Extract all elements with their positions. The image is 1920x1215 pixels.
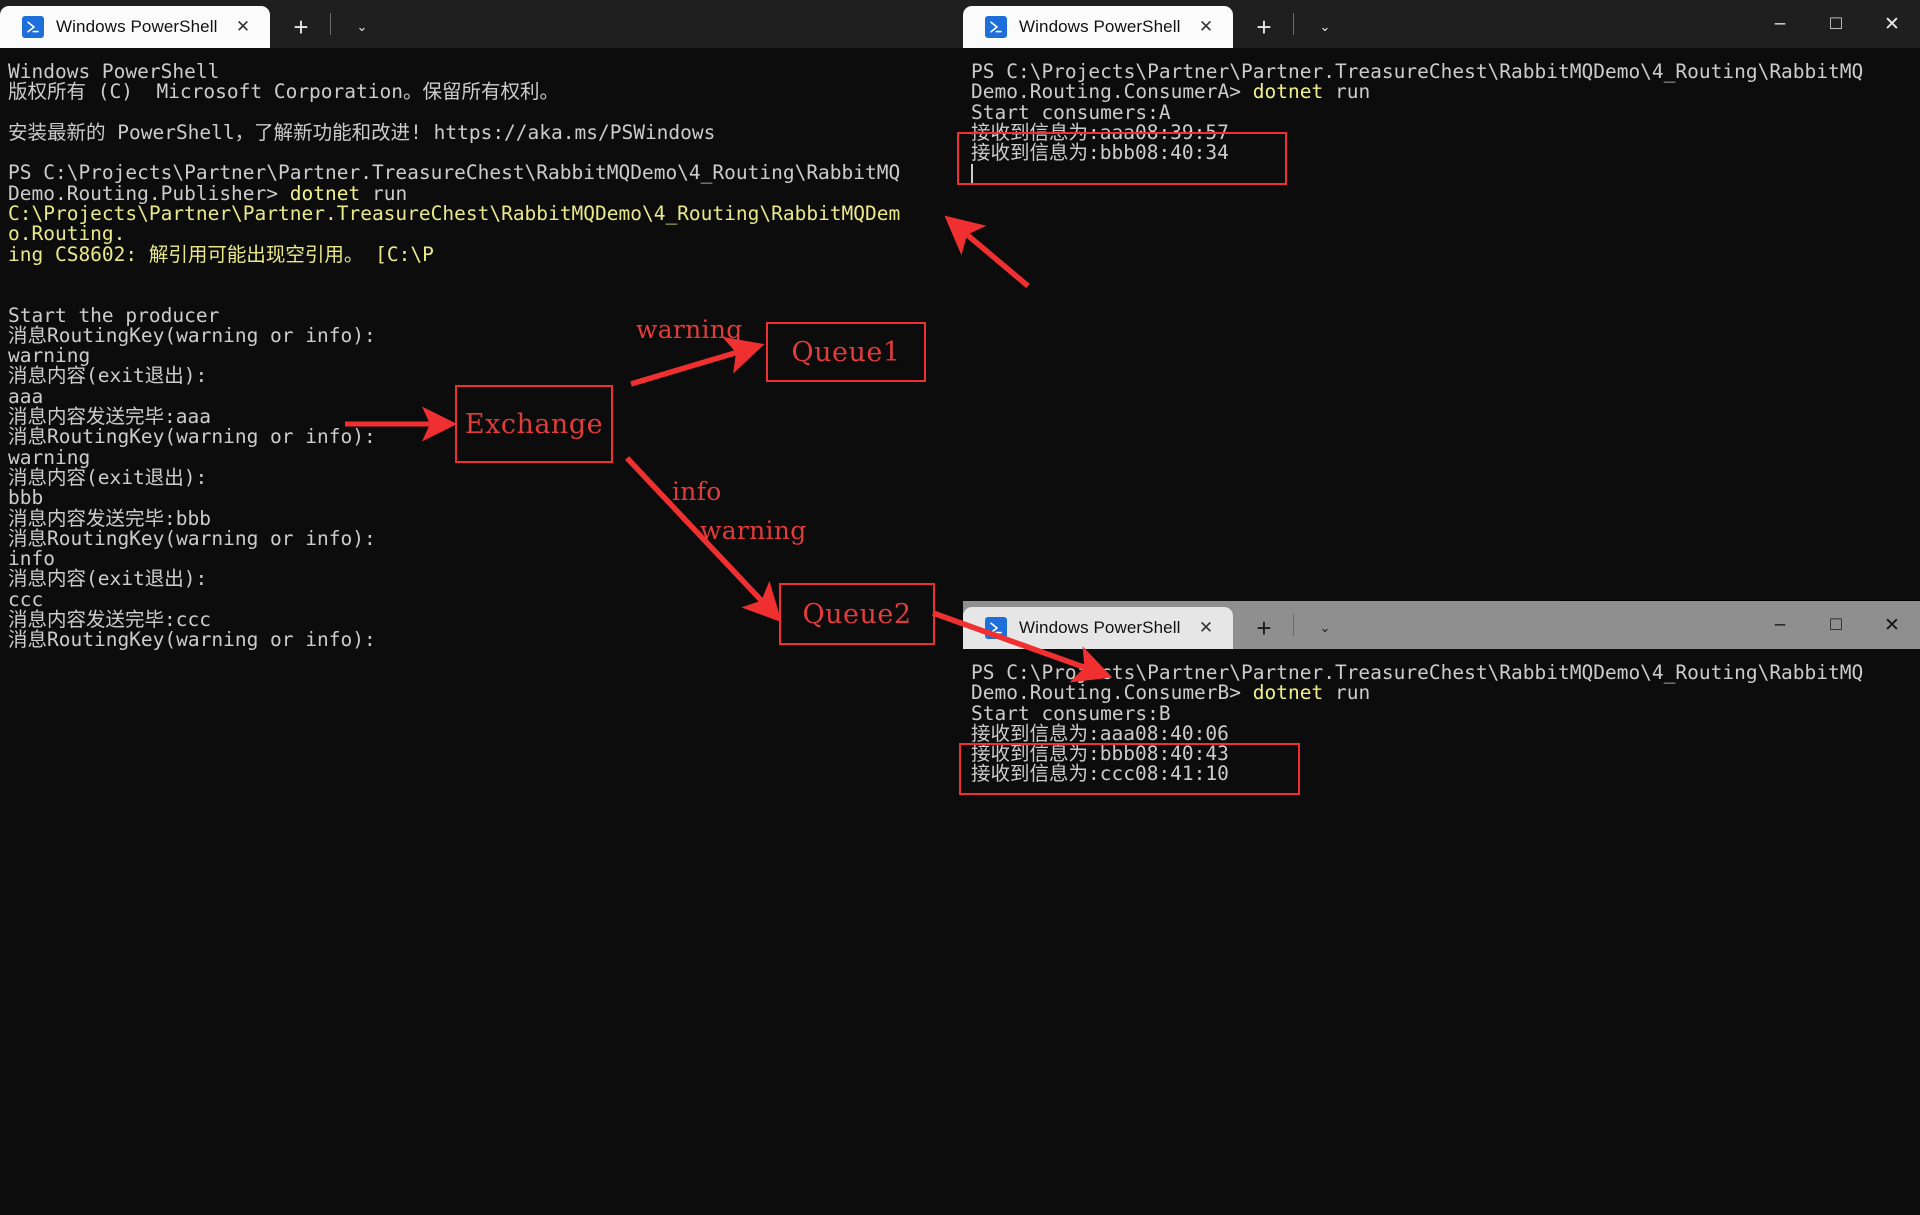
- chevron-down-icon-publisher[interactable]: ⌄: [347, 6, 377, 48]
- chevron-down-icon-consumer-b[interactable]: ⌄: [1310, 607, 1340, 649]
- tab-close-button-consumer-a[interactable]: ✕: [1193, 14, 1219, 40]
- toolbar-separator-consumer-b: [1293, 614, 1294, 636]
- powershell-icon: [985, 16, 1007, 38]
- toolbar-separator-publisher: [330, 13, 331, 35]
- tab-consumer-b[interactable]: Windows PowerShell ✕: [963, 607, 1233, 649]
- tab-publisher[interactable]: Windows PowerShell ✕: [0, 6, 270, 48]
- terminal-body-consumer-b[interactable]: PS C:\Projects\Partner\Partner.TreasureC…: [963, 649, 1920, 1215]
- minimize-button-consumer-b[interactable]: –: [1752, 601, 1808, 649]
- titlebar-consumer-a[interactable]: Windows PowerShell ✕ + ⌄ – □ ✕: [963, 0, 1920, 48]
- tab-title-publisher: Windows PowerShell: [56, 17, 218, 36]
- window-controls-consumer-a[interactable]: – □ ✕: [1752, 0, 1920, 48]
- maximize-button-consumer-a[interactable]: □: [1808, 0, 1864, 48]
- titlebar-consumer-b[interactable]: Windows PowerShell ✕ + ⌄ – □ ✕: [963, 601, 1920, 649]
- window-consumer-b[interactable]: Windows PowerShell ✕ + ⌄ – □ ✕ PS C:\Pro…: [963, 601, 1920, 1215]
- window-controls-consumer-b[interactable]: – □ ✕: [1752, 601, 1920, 649]
- terminal-body-consumer-a[interactable]: PS C:\Projects\Partner\Partner.TreasureC…: [963, 48, 1920, 600]
- tab-consumer-a[interactable]: Windows PowerShell ✕: [963, 6, 1233, 48]
- new-tab-button-publisher[interactable]: +: [286, 6, 316, 48]
- chevron-down-icon-consumer-a[interactable]: ⌄: [1310, 6, 1340, 48]
- window-consumer-a[interactable]: Windows PowerShell ✕ + ⌄ – □ ✕ PS C:\Pro…: [963, 0, 1920, 600]
- console-output-consumer-a: PS C:\Projects\Partner\Partner.TreasureC…: [971, 61, 1920, 184]
- close-button-consumer-b[interactable]: ✕: [1864, 601, 1920, 649]
- close-button-consumer-a[interactable]: ✕: [1864, 0, 1920, 48]
- tab-close-button-publisher[interactable]: ✕: [230, 14, 256, 40]
- powershell-icon: [985, 617, 1007, 639]
- tab-close-button-consumer-b[interactable]: ✕: [1193, 615, 1219, 641]
- console-output-consumer-b: PS C:\Projects\Partner\Partner.TreasureC…: [971, 661, 1864, 786]
- new-tab-button-consumer-a[interactable]: +: [1249, 6, 1279, 48]
- maximize-button-consumer-b[interactable]: □: [1808, 601, 1864, 649]
- toolbar-separator-consumer-a: [1293, 13, 1294, 35]
- tab-title-consumer-b: Windows PowerShell: [1019, 618, 1181, 637]
- new-tab-button-consumer-b[interactable]: +: [1249, 607, 1279, 649]
- tab-title-consumer-a: Windows PowerShell: [1019, 17, 1181, 36]
- minimize-button-consumer-a[interactable]: –: [1752, 0, 1808, 48]
- powershell-icon: [22, 16, 44, 38]
